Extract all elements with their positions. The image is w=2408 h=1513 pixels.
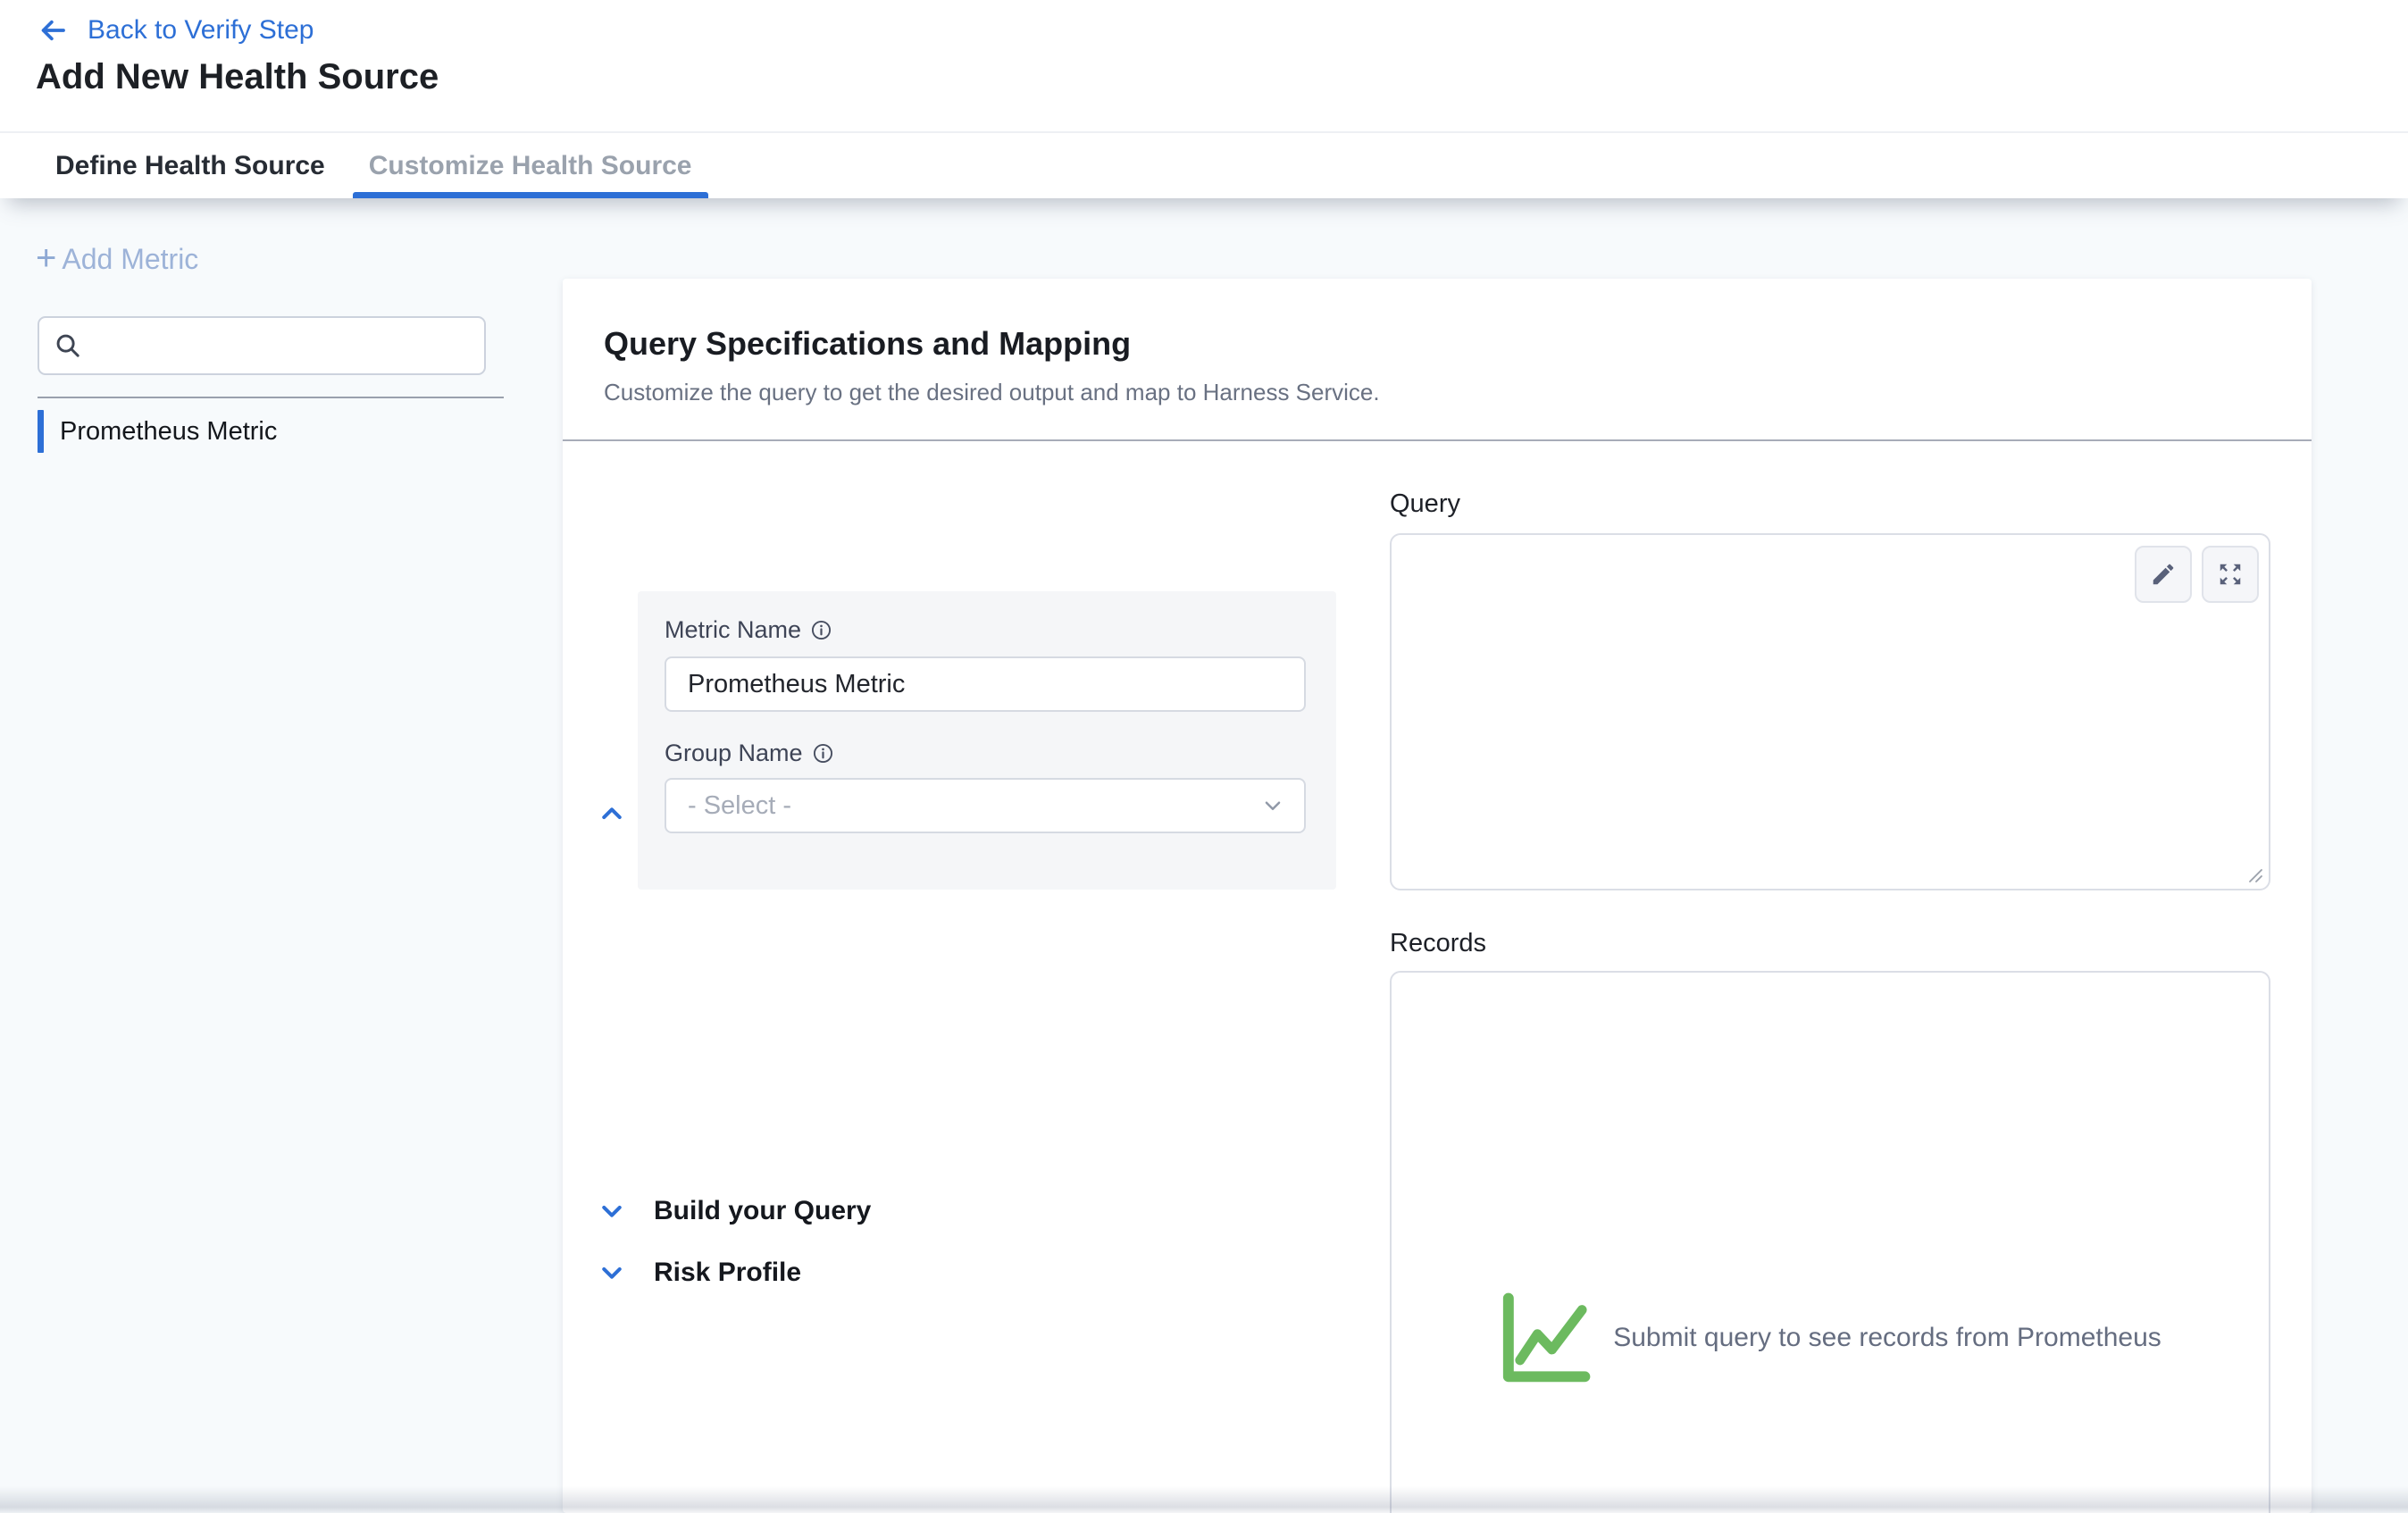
back-arrow-icon — [36, 15, 70, 46]
metric-search-input[interactable] — [93, 330, 470, 361]
info-icon[interactable] — [812, 742, 834, 765]
info-icon[interactable] — [810, 619, 832, 641]
metric-list-item-prometheus[interactable]: Prometheus Metric — [38, 410, 277, 453]
chevron-down-icon — [598, 1199, 625, 1224]
panel-title: Query Specifications and Mapping — [604, 325, 1131, 363]
section-risk-profile-title: Risk Profile — [654, 1258, 801, 1288]
plus-icon: + — [36, 240, 56, 276]
expand-query-button[interactable] — [2202, 546, 2259, 603]
page-title: Add New Health Source — [36, 57, 439, 97]
line-chart-icon — [1499, 1291, 1592, 1384]
add-metric-button[interactable]: + Add Metric — [36, 243, 198, 276]
add-health-source-page: Back to Verify Step Add New Health Sourc… — [0, 0, 2408, 1513]
metric-item-label: Prometheus Metric — [60, 417, 277, 447]
chevron-down-icon — [1261, 794, 1284, 817]
metric-name-label: Metric Name — [665, 616, 832, 644]
metric-mapping-form-card: Metric Name Group Name — [638, 591, 1336, 890]
records-panel — [1390, 971, 2270, 1513]
metric-search-box — [38, 316, 486, 375]
back-link-label: Back to Verify Step — [88, 15, 314, 46]
tab-define-health-source[interactable]: Define Health Source — [39, 133, 341, 198]
panel-subtitle: Customize the query to get the desired o… — [604, 379, 1380, 406]
selected-indicator-bar — [38, 410, 44, 453]
textarea-resize-handle[interactable] — [2243, 863, 2264, 884]
metric-name-input[interactable] — [665, 656, 1306, 712]
group-name-select[interactable]: - Select - — [665, 778, 1306, 833]
pencil-icon — [2150, 561, 2177, 588]
sidebar-divider — [38, 397, 504, 398]
chevron-down-icon — [598, 1260, 625, 1285]
page-header: Back to Verify Step Add New Health Sourc… — [0, 0, 2408, 198]
tab-customize-health-source[interactable]: Customize Health Source — [353, 133, 708, 198]
chevron-up-icon — [598, 801, 625, 826]
panel-header-divider — [563, 439, 2312, 441]
records-label: Records — [1390, 929, 1486, 958]
records-empty-state: Submit query to see records from Prometh… — [1390, 1291, 2270, 1384]
expand-arrows-icon — [2217, 561, 2244, 588]
query-editor-box — [1390, 533, 2270, 890]
back-to-verify-step-link[interactable]: Back to Verify Step — [36, 11, 314, 50]
section-build-query-title: Build your Query — [654, 1196, 871, 1226]
section-build-query-toggle[interactable]: Build your Query — [598, 1196, 871, 1226]
query-specifications-panel: Query Specifications and Mapping Customi… — [563, 279, 2312, 1513]
query-label: Query — [1390, 489, 1460, 519]
group-name-label: Group Name — [665, 740, 834, 767]
group-name-placeholder: - Select - — [688, 791, 791, 821]
search-icon — [54, 331, 82, 360]
tab-bar: Define Health Source Customize Health So… — [0, 131, 2408, 198]
edit-query-button[interactable] — [2135, 546, 2192, 603]
add-metric-label: Add Metric — [62, 243, 198, 276]
section-risk-profile-toggle[interactable]: Risk Profile — [598, 1258, 801, 1288]
records-empty-text: Submit query to see records from Prometh… — [1613, 1323, 2161, 1353]
